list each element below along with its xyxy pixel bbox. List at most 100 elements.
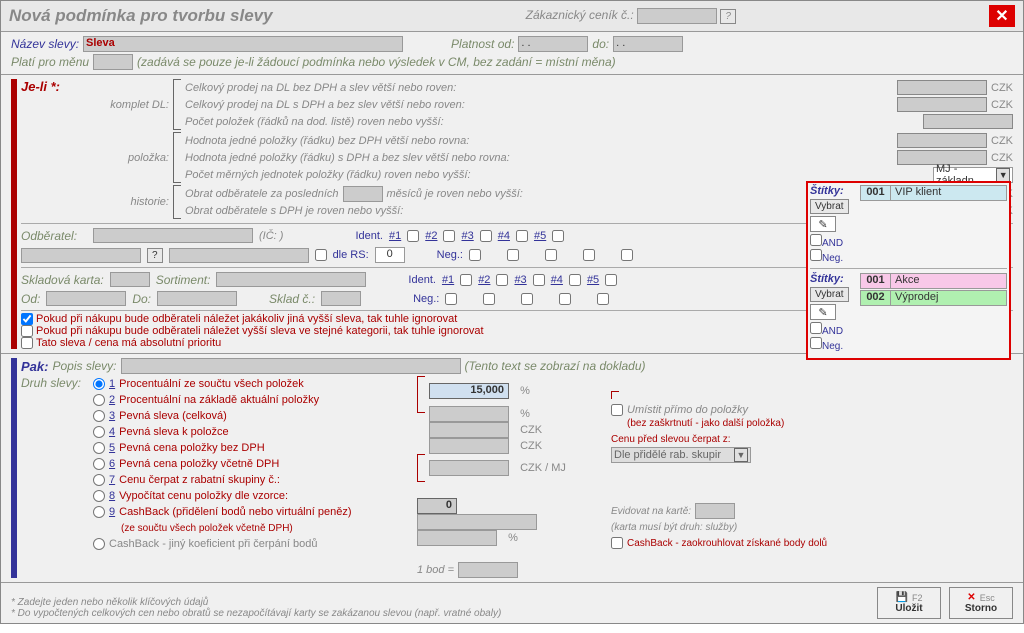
- cond-input[interactable]: [897, 97, 987, 112]
- desc-input[interactable]: [121, 358, 461, 374]
- druh-num: 6: [109, 458, 115, 470]
- value-input-1[interactable]: 15,000: [429, 383, 509, 399]
- ident-4[interactable]: #4: [498, 230, 510, 242]
- ident-3-chk[interactable]: [480, 230, 492, 242]
- ignore-higher-chk[interactable]: [21, 313, 33, 325]
- druh-7-radio[interactable]: [93, 474, 105, 486]
- neg-4[interactable]: [583, 249, 595, 261]
- and-chk-2[interactable]: [810, 322, 822, 334]
- sneg-2[interactable]: [483, 293, 495, 305]
- tag-row[interactable]: 001VIP klient: [860, 185, 1007, 201]
- do-input[interactable]: [157, 291, 237, 306]
- druh-8-radio[interactable]: [93, 490, 105, 502]
- ident-1-chk[interactable]: [407, 230, 419, 242]
- sneg-5[interactable]: [597, 293, 609, 305]
- neg-3[interactable]: [545, 249, 557, 261]
- odberatel-input2[interactable]: [21, 248, 141, 263]
- druh-2-radio[interactable]: [93, 394, 105, 406]
- cenu-select[interactable]: Dle přidělé rab. skupir▼: [611, 447, 751, 463]
- sklad-input[interactable]: [110, 272, 150, 287]
- abs-prio-chk[interactable]: [21, 337, 33, 349]
- neg-1[interactable]: [469, 249, 481, 261]
- dle-rs-chk[interactable]: [315, 249, 327, 261]
- pricelist-input[interactable]: [637, 8, 717, 24]
- odberatel-input3[interactable]: [169, 248, 309, 263]
- close-button[interactable]: ✕: [989, 5, 1015, 27]
- cond-input[interactable]: [897, 133, 987, 148]
- druh-9-radio[interactable]: [93, 506, 105, 518]
- valid-from-input[interactable]: . .: [518, 36, 588, 52]
- druh-text: CashBack (přidělení bodů nebo virtuální …: [119, 506, 351, 518]
- ignore-cat-chk[interactable]: [21, 325, 33, 337]
- druh-3-radio[interactable]: [93, 410, 105, 422]
- umistit-chk[interactable]: [611, 404, 623, 416]
- name-input[interactable]: Sleva: [83, 36, 403, 52]
- cond-input[interactable]: [897, 80, 987, 95]
- druh-1-radio[interactable]: [93, 378, 105, 390]
- evidovat-input[interactable]: [695, 503, 735, 519]
- od-input[interactable]: [46, 291, 126, 306]
- sident-5-chk[interactable]: [605, 274, 617, 286]
- pricelist-help-button[interactable]: ?: [720, 9, 736, 24]
- sident-4[interactable]: #4: [551, 274, 563, 286]
- sident-3[interactable]: #3: [514, 274, 526, 286]
- and-chk-1[interactable]: [810, 234, 822, 246]
- ident-5-chk[interactable]: [552, 230, 564, 242]
- save-button[interactable]: 💾F2 Uložit: [877, 587, 941, 619]
- cond-input[interactable]: [923, 114, 1013, 129]
- cashback-round-chk[interactable]: [611, 537, 623, 549]
- edit-icon[interactable]: ✎: [810, 216, 836, 232]
- value-input-3[interactable]: [429, 422, 509, 438]
- tag-row[interactable]: 002Výprodej: [860, 290, 1007, 306]
- neg-5[interactable]: [621, 249, 633, 261]
- sident-2[interactable]: #2: [478, 274, 490, 286]
- valid-to-input[interactable]: . .: [613, 36, 683, 52]
- sneg-1[interactable]: [445, 293, 457, 305]
- sneg-3[interactable]: [521, 293, 533, 305]
- rabat-group-input[interactable]: 0: [417, 498, 457, 514]
- tag-row[interactable]: 001Akce: [860, 273, 1007, 289]
- bod-input[interactable]: [458, 562, 518, 578]
- odberatel-help-button[interactable]: ?: [147, 248, 163, 263]
- sneg-4[interactable]: [559, 293, 571, 305]
- ident-1[interactable]: #1: [389, 230, 401, 242]
- formula-input[interactable]: [417, 514, 537, 530]
- evidovat-note: (karta musí být druh: služby): [611, 522, 737, 533]
- edit-icon[interactable]: ✎: [810, 304, 836, 320]
- sident-2-chk[interactable]: [496, 274, 508, 286]
- cancel-button[interactable]: ✕Esc Storno: [949, 587, 1013, 619]
- value-input-4[interactable]: [429, 438, 509, 454]
- currency-label: CZK: [991, 99, 1013, 111]
- value-input-5[interactable]: [429, 460, 509, 476]
- neg-chk-2[interactable]: [810, 337, 822, 349]
- neg-chk-1[interactable]: [810, 249, 822, 261]
- druh-6-radio[interactable]: [93, 458, 105, 470]
- cashback-input[interactable]: [417, 530, 497, 546]
- ident-3[interactable]: #3: [461, 230, 473, 242]
- sort-input[interactable]: [216, 272, 366, 287]
- druh-text: Vypočítat cenu položky dle vzorce:: [119, 490, 288, 502]
- ident-5[interactable]: #5: [534, 230, 546, 242]
- druh-cb2-radio[interactable]: [93, 538, 105, 550]
- and-label: AND: [822, 326, 843, 337]
- rs-input[interactable]: 0: [375, 247, 405, 263]
- vybrat-button-1[interactable]: Vybrat: [810, 199, 849, 214]
- ident-2[interactable]: #2: [425, 230, 437, 242]
- vybrat-button-2[interactable]: Vybrat: [810, 287, 849, 302]
- sident-1-chk[interactable]: [460, 274, 472, 286]
- druh-4-radio[interactable]: [93, 426, 105, 438]
- months-input[interactable]: [343, 186, 383, 202]
- ident-4-chk[interactable]: [516, 230, 528, 242]
- value-input-2[interactable]: [429, 406, 509, 422]
- sident-1[interactable]: #1: [442, 274, 454, 286]
- ident-2-chk[interactable]: [443, 230, 455, 242]
- and-label: AND: [822, 238, 843, 249]
- sklad-c-input[interactable]: [321, 291, 361, 306]
- sident-3-chk[interactable]: [533, 274, 545, 286]
- neg-2[interactable]: [507, 249, 519, 261]
- druh-5-radio[interactable]: [93, 442, 105, 454]
- sident-5[interactable]: #5: [587, 274, 599, 286]
- currency-input[interactable]: [93, 54, 133, 70]
- odberatel-input[interactable]: [93, 228, 253, 243]
- sident-4-chk[interactable]: [569, 274, 581, 286]
